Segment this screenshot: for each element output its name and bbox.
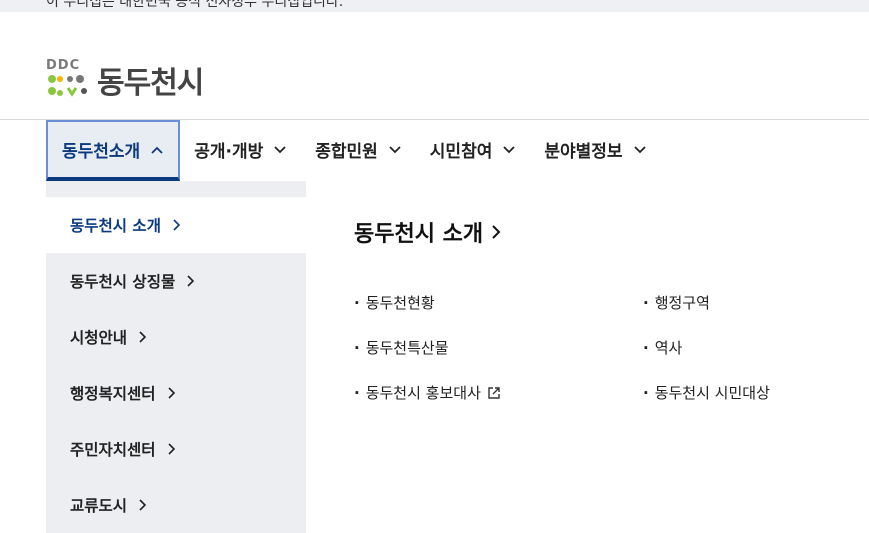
lnb-item-sister-cities[interactable]: 교류도시 bbox=[46, 477, 306, 533]
bullet: · bbox=[354, 383, 360, 402]
logo-mark-text: DDC bbox=[46, 58, 81, 73]
top-banner: 이 누리집은 대한민국 공식 전자정부 누리집입니다. bbox=[0, 0, 869, 12]
gnb-item-label: 공개·개방 bbox=[194, 141, 264, 162]
gnb-item-label: 동두천소개 bbox=[62, 142, 141, 162]
chevron-right-icon bbox=[167, 443, 175, 455]
gnb-item-open-data[interactable]: 공개·개방 bbox=[180, 120, 301, 178]
sub-link-label: 동두천시 시민대상 bbox=[654, 384, 770, 402]
sub-link-status[interactable]: · 동두천현황 bbox=[354, 292, 435, 313]
content-title: 동두천시 소개 bbox=[354, 222, 484, 247]
lnb-item-city-intro[interactable]: 동두천시 소개 bbox=[46, 197, 306, 253]
lnb-item-symbols[interactable]: 동두천시 상징물 bbox=[46, 253, 306, 309]
chevron-right-icon bbox=[139, 331, 147, 343]
gnb-item-label: 종합민원 bbox=[315, 141, 378, 162]
bullet: · bbox=[643, 338, 649, 357]
lnb-item-label: 동두천시 소개 bbox=[70, 217, 161, 235]
lnb-item-city-hall[interactable]: 시청안내 bbox=[46, 309, 306, 365]
lnb-item-resident-center[interactable]: 주민자치센터 bbox=[46, 421, 306, 477]
external-link-icon bbox=[488, 386, 500, 399]
chevron-right-icon bbox=[167, 387, 175, 399]
main-nav: 동두천소개 공개·개방 종합민원 시민참여 분야별정보 bbox=[46, 120, 661, 181]
content-title-link[interactable]: 동두천시 소개 bbox=[354, 216, 501, 248]
gnb-item-about[interactable]: 동두천소개 bbox=[46, 120, 181, 181]
site-logo[interactable]: DDC 동두천시 bbox=[46, 58, 204, 102]
chevron-right-icon bbox=[173, 219, 181, 231]
lnb-item-label: 시청안내 bbox=[70, 329, 128, 347]
chevron-down-icon bbox=[503, 146, 515, 154]
sub-link-specialties[interactable]: · 동두천특산물 bbox=[354, 337, 449, 358]
gnb-item-civil-service[interactable]: 종합민원 bbox=[301, 120, 416, 178]
lnb-item-welfare-center[interactable]: 행정복지센터 bbox=[46, 365, 306, 421]
logo-name: 동두천시 bbox=[97, 66, 204, 101]
gnb-item-participation[interactable]: 시민참여 bbox=[416, 120, 531, 178]
logo-mark: DDC bbox=[46, 58, 92, 102]
logo-emblem-icon bbox=[48, 75, 87, 97]
chevron-down-icon bbox=[274, 146, 286, 154]
chevron-down-icon bbox=[389, 146, 401, 154]
sub-link-label: 동두천시 홍보대사 bbox=[365, 384, 481, 402]
lnb-item-label: 교류도시 bbox=[70, 497, 128, 515]
gnb-item-label: 시민참여 bbox=[429, 141, 493, 162]
sub-link-label: 행정구역 bbox=[654, 294, 710, 312]
chevron-right-icon bbox=[187, 275, 195, 287]
bullet: · bbox=[643, 383, 649, 402]
sub-link-citizen-award[interactable]: · 동두천시 시민대상 bbox=[643, 382, 770, 403]
chevron-right-icon bbox=[492, 225, 501, 239]
sub-link-label: 동두천특산물 bbox=[365, 339, 449, 357]
sub-link-label: 역사 bbox=[654, 339, 683, 357]
sub-nav: 동두천시 소개 동두천시 상징물 시청안내 행정복지센터 주민자치센터 교류도시 bbox=[46, 181, 306, 533]
bullet: · bbox=[354, 338, 360, 357]
sub-link-districts[interactable]: · 행정구역 bbox=[643, 292, 710, 313]
lnb-item-label: 주민자치센터 bbox=[70, 441, 156, 459]
sub-link-history[interactable]: · 역사 bbox=[643, 337, 682, 358]
chevron-down-icon bbox=[633, 146, 646, 154]
chevron-up-icon bbox=[151, 146, 163, 154]
lnb-item-label: 동두천시 상징물 bbox=[70, 273, 176, 291]
sub-link-label: 동두천현황 bbox=[365, 294, 435, 312]
bullet: · bbox=[643, 293, 649, 312]
bullet: · bbox=[354, 293, 360, 312]
gnb-item-label: 분야별정보 bbox=[544, 141, 623, 162]
lnb-item-label: 행정복지센터 bbox=[70, 385, 156, 403]
chevron-right-icon bbox=[139, 499, 147, 511]
sub-link-ambassador[interactable]: · 동두천시 홍보대사 bbox=[354, 382, 501, 403]
gnb-item-field-info[interactable]: 분야별정보 bbox=[530, 120, 660, 178]
top-banner-text: 이 누리집은 대한민국 공식 전자정부 누리집입니다. bbox=[46, 0, 344, 10]
